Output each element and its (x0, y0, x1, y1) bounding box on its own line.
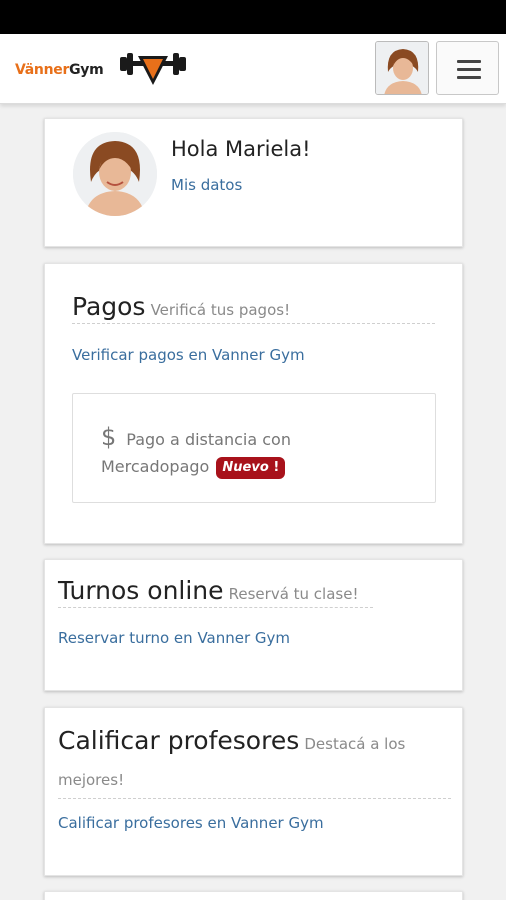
turnos-subtitle: Reservá tu clase! (228, 585, 359, 603)
mercadopago-button[interactable]: $ Pago a distancia con Mercadopago Nuevo … (72, 393, 436, 503)
next-card (44, 891, 463, 900)
greeting: Hola Mariela! (171, 137, 311, 161)
hamburger-menu-icon[interactable] (436, 41, 499, 95)
pagos-heading: Pagos Verificá tus pagos! (72, 292, 435, 324)
nuevo-badge: Nuevo ! (216, 457, 286, 479)
calificar-card: Calificar profesores Destacá a los mejor… (44, 707, 463, 876)
pagos-title: Pagos (72, 292, 146, 321)
brand-name[interactable]: VännerGym (15, 62, 104, 78)
pagos-subtitle: Verificá tus pagos! (150, 301, 291, 319)
avatar[interactable] (73, 132, 157, 216)
exclamation-icon: ! (273, 460, 280, 475)
calificar-title: Calificar profesores (58, 726, 300, 755)
calificar-heading: Calificar profesores Destacá a los mejor… (58, 723, 451, 799)
brand-name-part1: Vänner (15, 62, 70, 78)
pagos-card: Pagos Verificá tus pagos! Verificar pago… (44, 263, 463, 544)
brand-name-part2: Gym (69, 62, 104, 78)
status-bar (0, 0, 506, 34)
turnos-heading: Turnos online Reservá tu clase! (58, 576, 373, 608)
mis-datos-link[interactable]: Mis datos (171, 176, 242, 194)
turnos-card: Turnos online Reservá tu clase! Reservar… (44, 559, 463, 691)
calificar-profesores-link[interactable]: Calificar profesores en Vanner Gym (58, 814, 324, 832)
user-avatar-icon (73, 132, 157, 216)
nuevo-badge-label: Nuevo (222, 460, 269, 475)
verificar-pagos-link[interactable]: Verificar pagos en Vanner Gym (72, 346, 305, 364)
dumbbell-v-logo-icon[interactable] (118, 46, 188, 86)
header-avatar-button[interactable] (375, 41, 429, 95)
turnos-title: Turnos online (58, 576, 224, 605)
dollar-icon: $ (101, 423, 117, 451)
app-header: VännerGym (0, 34, 506, 104)
reservar-turno-link[interactable]: Reservar turno en Vanner Gym (58, 629, 290, 647)
user-avatar-icon (376, 42, 428, 94)
profile-card: Hola Mariela! Mis datos (44, 118, 463, 247)
